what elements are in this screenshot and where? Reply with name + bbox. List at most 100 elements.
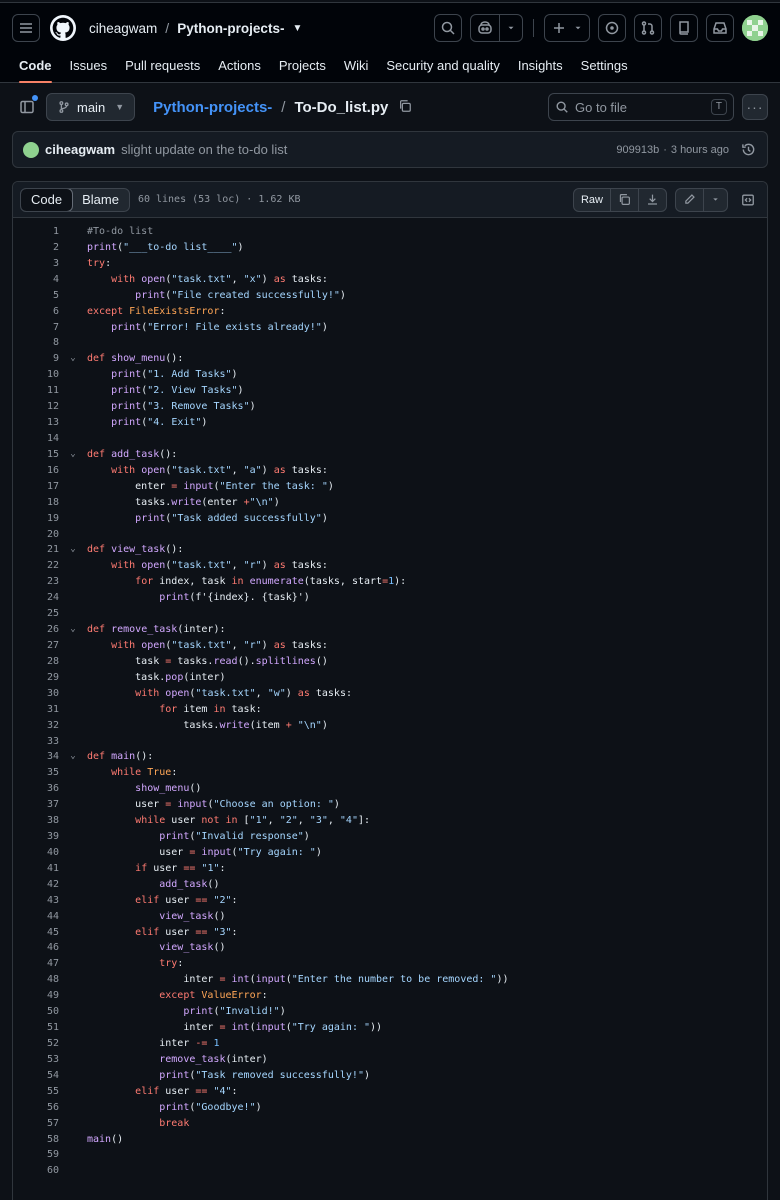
line-number[interactable]: 51: [13, 1020, 59, 1036]
go-to-file-input[interactable]: Go to file T: [548, 93, 734, 121]
line-number[interactable]: 15: [13, 447, 59, 463]
fold-chevron-icon[interactable]: ⌄: [59, 351, 87, 367]
line-number[interactable]: 2: [13, 240, 59, 256]
tab-issues[interactable]: Issues: [62, 48, 116, 83]
copy-path-icon[interactable]: [398, 99, 414, 115]
line-number[interactable]: 21: [13, 542, 59, 558]
search-icon[interactable]: [434, 14, 462, 42]
line-number[interactable]: 52: [13, 1036, 59, 1052]
line-number[interactable]: 9: [13, 351, 59, 367]
line-number[interactable]: 7: [13, 320, 59, 336]
path-repo-link[interactable]: Python-projects-: [153, 99, 272, 116]
line-number[interactable]: 56: [13, 1100, 59, 1116]
line-number[interactable]: 53: [13, 1052, 59, 1068]
raw-button[interactable]: Raw: [574, 189, 610, 211]
fold-chevron-icon[interactable]: ⌄: [59, 749, 87, 765]
tab-code[interactable]: Code: [11, 48, 60, 83]
tab-insights[interactable]: Insights: [510, 48, 571, 83]
line-number[interactable]: 8: [13, 335, 59, 351]
issues-icon[interactable]: [598, 14, 626, 42]
line-number[interactable]: 12: [13, 399, 59, 415]
line-number[interactable]: 29: [13, 670, 59, 686]
line-number[interactable]: 27: [13, 638, 59, 654]
copy-raw-icon[interactable]: [610, 188, 638, 211]
tab-wiki[interactable]: Wiki: [336, 48, 377, 83]
download-icon[interactable]: [638, 188, 666, 211]
line-number[interactable]: 14: [13, 431, 59, 447]
line-number[interactable]: 55: [13, 1084, 59, 1100]
line-number[interactable]: 1: [13, 224, 59, 240]
pull-requests-icon[interactable]: [634, 14, 662, 42]
tab-security[interactable]: Security and quality: [378, 48, 507, 83]
copilot-dropdown-icon[interactable]: [499, 15, 522, 41]
line-number[interactable]: 3: [13, 256, 59, 272]
line-number[interactable]: 20: [13, 527, 59, 543]
breadcrumb-repo[interactable]: Python-projects-: [177, 21, 284, 36]
inbox-icon[interactable]: [706, 14, 734, 42]
line-number[interactable]: 50: [13, 1004, 59, 1020]
line-number[interactable]: 39: [13, 829, 59, 845]
hamburger-menu-icon[interactable]: [12, 14, 40, 42]
line-number[interactable]: 24: [13, 590, 59, 606]
line-number[interactable]: 34: [13, 749, 59, 765]
branch-selector[interactable]: main ▼: [46, 93, 136, 121]
tab-actions[interactable]: Actions: [210, 48, 269, 83]
line-number[interactable]: 19: [13, 511, 59, 527]
symbols-panel-icon[interactable]: [736, 188, 760, 212]
tab-projects[interactable]: Projects: [271, 48, 334, 83]
line-number[interactable]: 18: [13, 495, 59, 511]
code-view-button[interactable]: Code: [20, 188, 74, 211]
line-number[interactable]: 6: [13, 304, 59, 320]
repo-switcher-caret-icon[interactable]: ▼: [292, 23, 302, 34]
line-number[interactable]: 35: [13, 765, 59, 781]
line-number[interactable]: 37: [13, 797, 59, 813]
copilot-icon[interactable]: [471, 15, 499, 41]
line-number[interactable]: 42: [13, 877, 59, 893]
line-number[interactable]: 31: [13, 702, 59, 718]
commit-author[interactable]: ciheagwam: [45, 142, 115, 157]
line-number[interactable]: 45: [13, 925, 59, 941]
line-number[interactable]: 36: [13, 781, 59, 797]
breadcrumb-owner[interactable]: ciheagwam: [89, 21, 157, 36]
line-number[interactable]: 59: [13, 1147, 59, 1163]
line-number[interactable]: 41: [13, 861, 59, 877]
line-number[interactable]: 23: [13, 574, 59, 590]
line-number[interactable]: 22: [13, 558, 59, 574]
line-number[interactable]: 33: [13, 734, 59, 750]
github-logo-icon[interactable]: [50, 15, 76, 41]
line-number[interactable]: 38: [13, 813, 59, 829]
tab-settings[interactable]: Settings: [573, 48, 636, 83]
edit-pencil-icon[interactable]: [676, 189, 703, 211]
line-number[interactable]: 58: [13, 1132, 59, 1148]
line-number[interactable]: 49: [13, 988, 59, 1004]
edit-dropdown-icon[interactable]: [703, 188, 727, 211]
line-number[interactable]: 13: [13, 415, 59, 431]
fold-chevron-icon[interactable]: ⌄: [59, 542, 87, 558]
line-number[interactable]: 26: [13, 622, 59, 638]
line-number[interactable]: 43: [13, 893, 59, 909]
line-number[interactable]: 40: [13, 845, 59, 861]
repositories-icon[interactable]: [670, 14, 698, 42]
line-number[interactable]: 46: [13, 940, 59, 956]
commit-sha[interactable]: 909913b: [616, 144, 659, 156]
line-number[interactable]: 54: [13, 1068, 59, 1084]
line-number[interactable]: 44: [13, 909, 59, 925]
expand-file-tree-icon[interactable]: [12, 92, 42, 122]
create-new-button[interactable]: [544, 14, 590, 42]
user-avatar[interactable]: [742, 15, 768, 41]
line-number[interactable]: 25: [13, 606, 59, 622]
commit-message[interactable]: slight update on the to-do list: [121, 142, 287, 157]
line-number[interactable]: 47: [13, 956, 59, 972]
line-number[interactable]: 5: [13, 288, 59, 304]
plus-icon[interactable]: [545, 15, 573, 41]
history-icon[interactable]: [741, 142, 757, 158]
tab-pull-requests[interactable]: Pull requests: [117, 48, 208, 83]
blame-view-button[interactable]: Blame: [72, 189, 129, 211]
line-number[interactable]: 32: [13, 718, 59, 734]
line-number[interactable]: 48: [13, 972, 59, 988]
line-number[interactable]: 60: [13, 1163, 59, 1179]
line-number[interactable]: 4: [13, 272, 59, 288]
line-number[interactable]: 57: [13, 1116, 59, 1132]
line-number[interactable]: 10: [13, 367, 59, 383]
copilot-button[interactable]: [470, 14, 523, 42]
